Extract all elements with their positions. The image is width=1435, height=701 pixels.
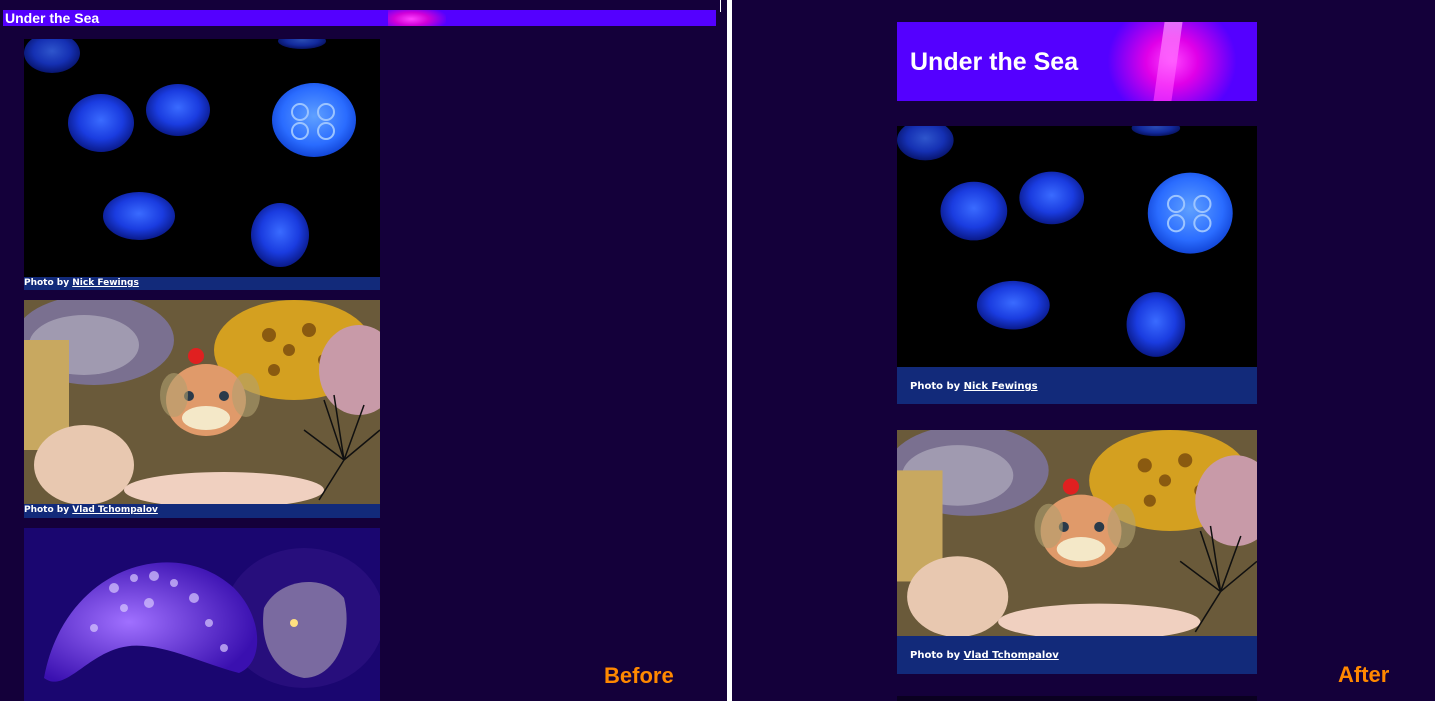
panel-divider xyxy=(717,0,733,701)
before-panel: Under the Sea Photo by Nick Fewings Phot… xyxy=(0,0,717,701)
site-title: Under the Sea xyxy=(910,48,1079,76)
moray-eel-photo xyxy=(24,528,380,701)
credit-prefix: Photo by xyxy=(910,650,961,661)
pufferfish-photo xyxy=(897,430,1257,636)
before-label: Before xyxy=(604,663,674,688)
next-photo-edge xyxy=(897,696,1257,701)
jellyfish-photo xyxy=(897,126,1257,367)
site-header: Under the Sea xyxy=(897,22,1257,101)
photographer-link[interactable]: Nick Fewings xyxy=(964,381,1038,392)
photo-credit: Photo by Nick Fewings xyxy=(897,367,1257,404)
credit-prefix: Photo by xyxy=(910,381,961,392)
site-title: Under the Sea xyxy=(5,10,100,26)
photographer-link[interactable]: Nick Fewings xyxy=(72,278,139,288)
site-header: Under the Sea xyxy=(3,10,716,26)
credit-prefix: Photo by xyxy=(24,505,70,515)
photographer-link[interactable]: Vlad Tchompalov xyxy=(964,650,1059,661)
photo-credit: Photo by Vlad Tchompalov xyxy=(24,504,380,518)
photo-credit: Photo by Nick Fewings xyxy=(24,277,380,290)
photographer-link[interactable]: Vlad Tchompalov xyxy=(72,505,158,515)
jellyfish-photo xyxy=(24,39,380,277)
credit-prefix: Photo by xyxy=(24,278,70,288)
photo-credit: Photo by Vlad Tchompalov xyxy=(897,636,1257,674)
pufferfish-photo xyxy=(24,300,380,504)
after-label: After xyxy=(1338,662,1390,687)
header-coral-image xyxy=(388,10,446,26)
after-panel: Under the Sea Photo by Nick Fewings Phot… xyxy=(733,0,1435,701)
